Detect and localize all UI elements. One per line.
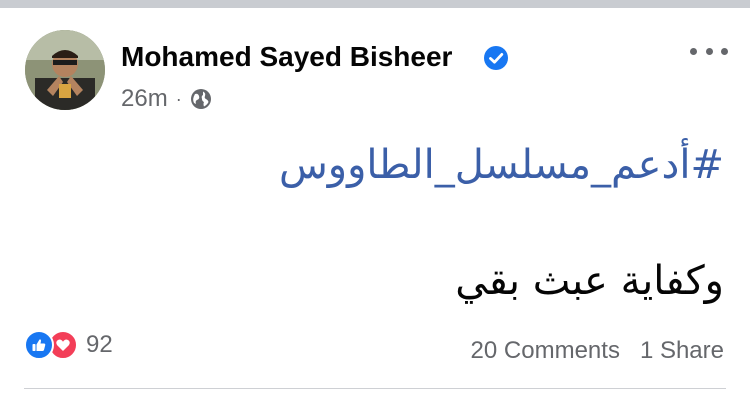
like-reaction-icon — [24, 330, 54, 360]
more-options-icon[interactable] — [690, 44, 728, 58]
engagement-stats: 20 Comments 1 Share — [471, 337, 724, 365]
avatar[interactable] — [25, 30, 105, 110]
author-name[interactable]: Mohamed Sayed Bisheer — [121, 41, 452, 73]
shares-count-link[interactable]: 1 Share — [640, 337, 724, 365]
comments-count-link[interactable]: 20 Comments — [471, 337, 620, 365]
post-card: Mohamed Sayed Bisheer 26m · #أدعم_مسلسل_… — [0, 8, 750, 405]
post-meta: 26m · — [121, 84, 212, 114]
post-timestamp[interactable]: 26m — [121, 85, 168, 113]
post-body-text: وكفاية عبث بقي — [455, 258, 724, 304]
post-divider — [24, 388, 726, 389]
meta-separator: · — [175, 88, 182, 109]
post-hashtag[interactable]: #أدعم_مسلسل_الطاووس — [279, 142, 724, 188]
feed-separator — [0, 0, 750, 8]
avatar-photo — [25, 30, 105, 110]
verified-badge-icon — [484, 46, 508, 70]
reaction-count: 92 — [86, 331, 113, 358]
globe-icon[interactable] — [190, 88, 212, 110]
reactions-summary[interactable]: 92 — [24, 329, 113, 361]
